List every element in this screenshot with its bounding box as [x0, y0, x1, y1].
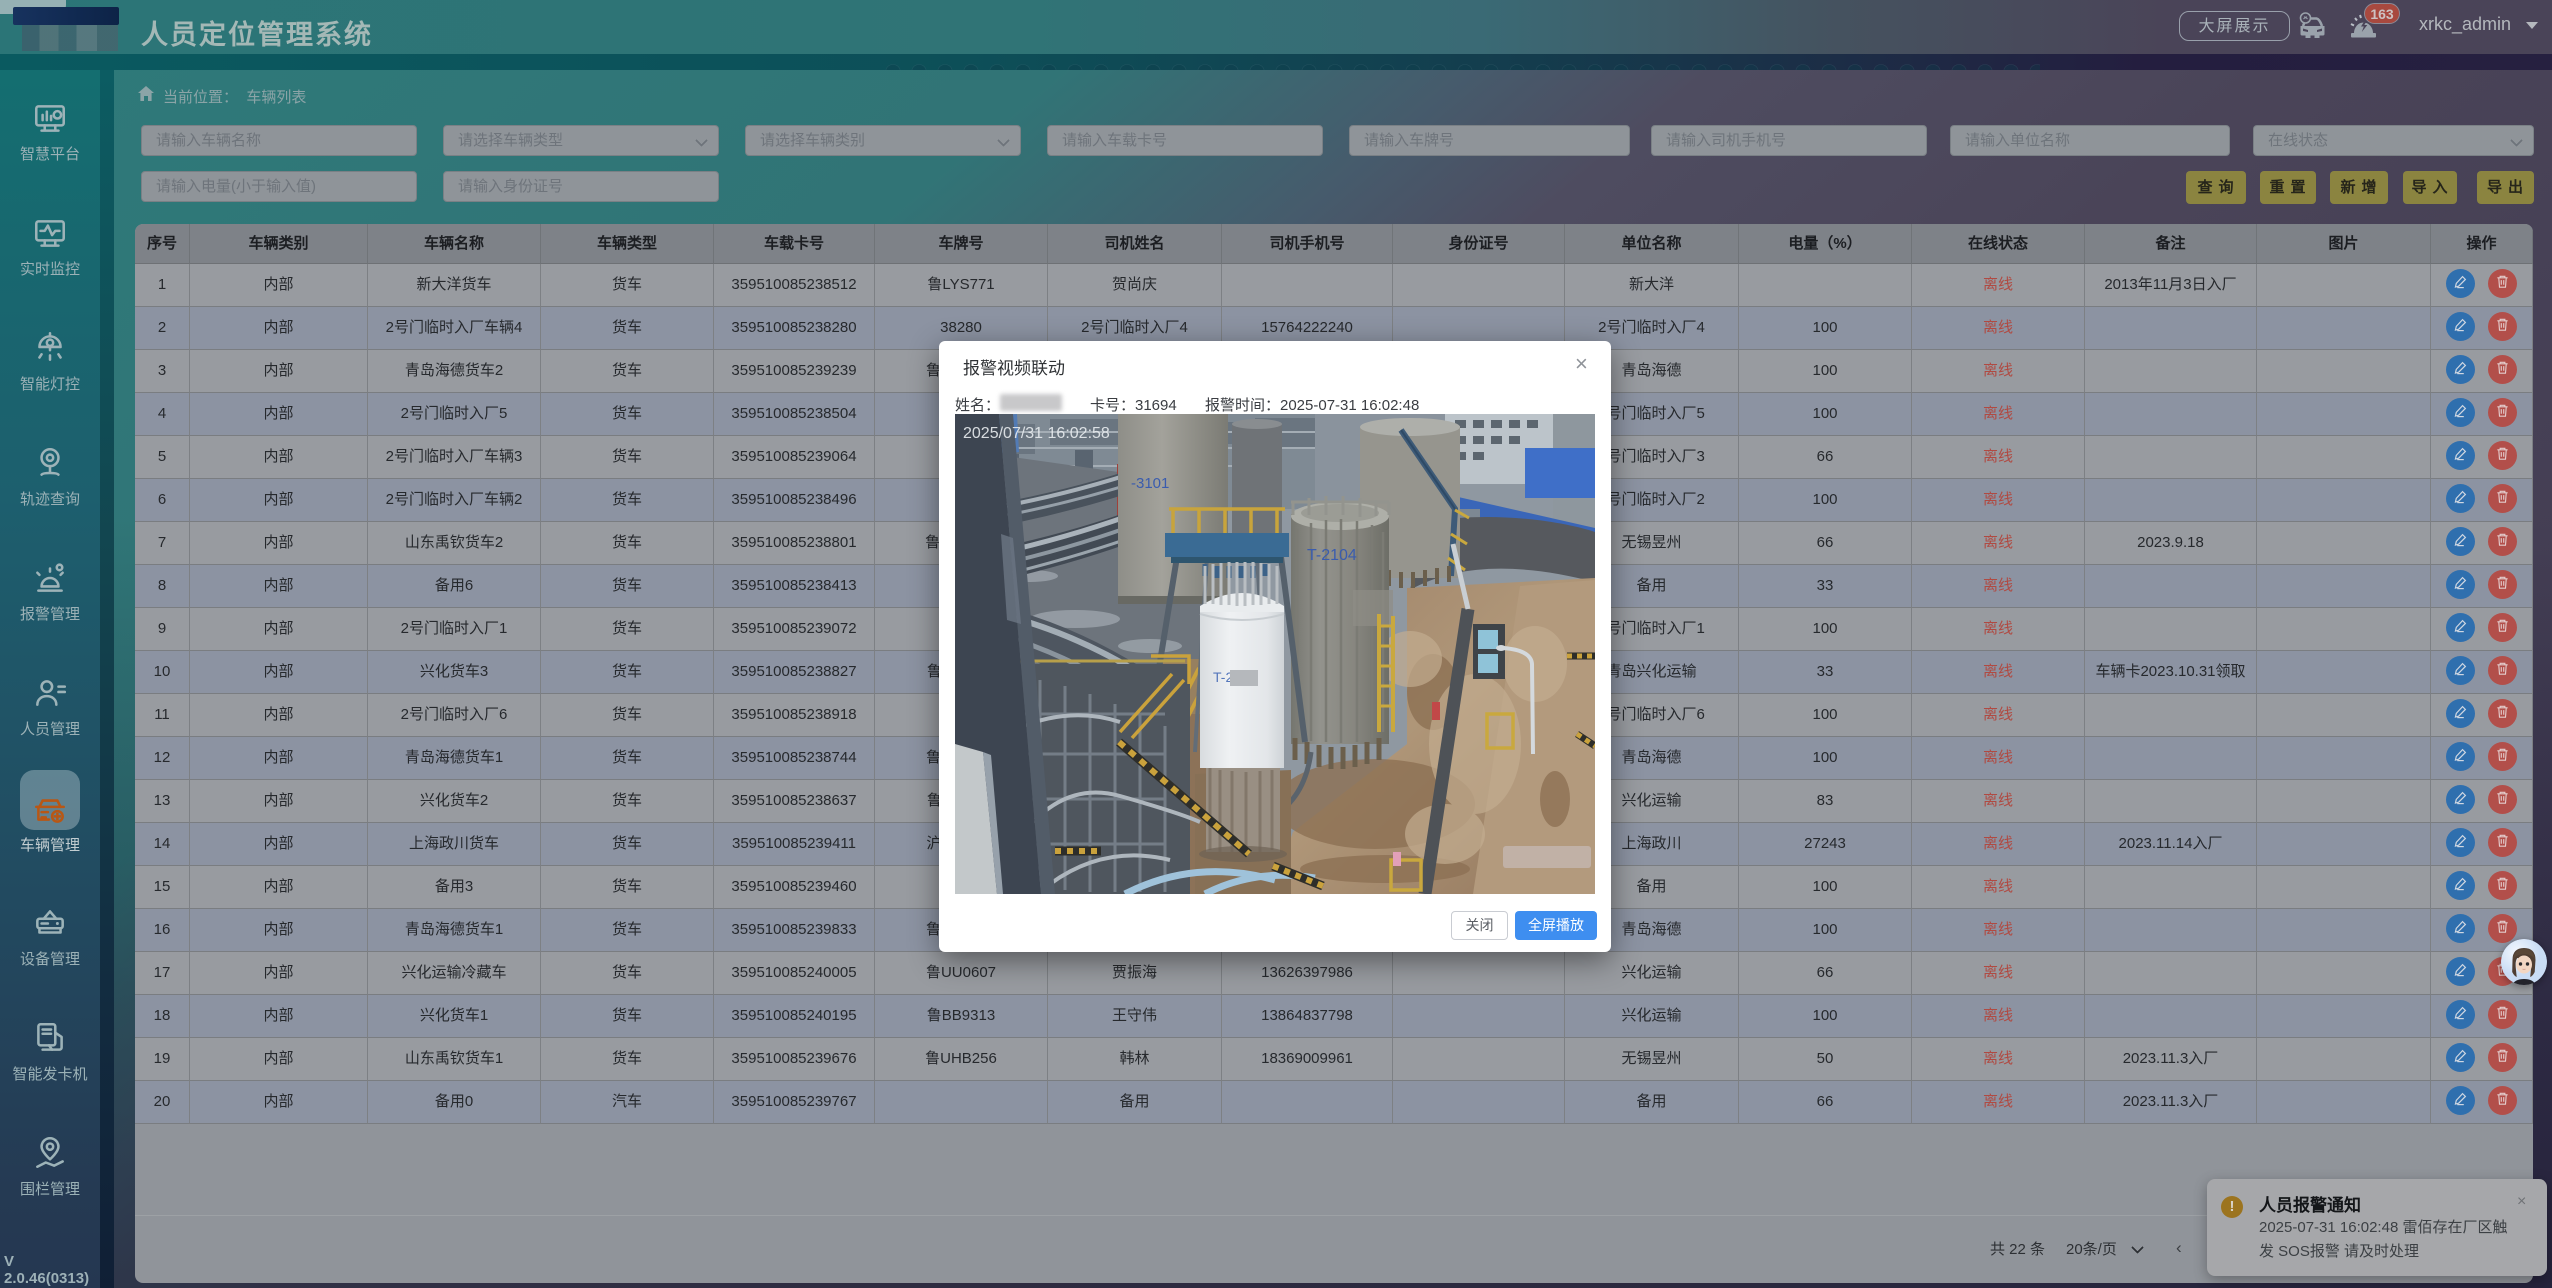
svg-text:-3101: -3101	[1131, 475, 1169, 492]
svg-text:2025/07/31 16:02:58: 2025/07/31 16:02:58	[963, 425, 1110, 442]
svg-text:T-2104: T-2104	[1307, 547, 1357, 564]
